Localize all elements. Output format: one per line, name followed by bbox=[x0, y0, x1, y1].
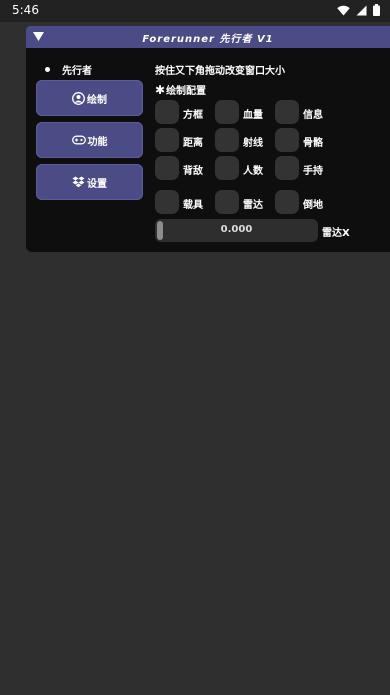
checkbox-label: 方框 bbox=[183, 110, 203, 121]
battery-icon bbox=[373, 4, 380, 16]
section-title-label: 绘制配置 bbox=[166, 86, 207, 97]
nav-button-draw[interactable]: 绘制 bbox=[36, 80, 143, 116]
checkbox-line[interactable] bbox=[215, 128, 239, 152]
menu-window[interactable]: Forerunner 先行者 V1 先行者 绘制 功能 设置 按住又下角拖动改变… bbox=[26, 26, 390, 252]
section-title: ✱ 绘制配置 bbox=[155, 82, 207, 98]
brand-label: 先行者 bbox=[62, 66, 92, 77]
asterisk-icon: ✱ bbox=[155, 82, 166, 97]
checkbox-label: 人数 bbox=[243, 166, 263, 177]
user-circle-icon bbox=[72, 91, 85, 105]
slider-label: 雷达X bbox=[322, 228, 350, 239]
checkbox-distance[interactable] bbox=[155, 128, 179, 152]
checkbox-label: 信息 bbox=[303, 110, 323, 121]
gamepad-icon bbox=[71, 135, 86, 145]
checkbox-radar[interactable] bbox=[215, 190, 239, 214]
radar-x-slider[interactable]: 0.000 bbox=[155, 219, 318, 242]
title-bar[interactable]: Forerunner 先行者 V1 bbox=[26, 26, 390, 48]
status-time: 5:46 bbox=[12, 3, 39, 17]
status-bar: 5:46 bbox=[0, 0, 390, 22]
slider-value: 0.000 bbox=[220, 224, 253, 235]
checkbox-label: 雷达 bbox=[243, 200, 263, 211]
checkbox-label: 距离 bbox=[183, 138, 203, 149]
status-icons bbox=[337, 4, 380, 16]
nav-button-label: 功能 bbox=[87, 136, 108, 148]
wifi-icon bbox=[337, 5, 350, 15]
checkbox-skeleton[interactable] bbox=[275, 128, 299, 152]
resize-hint: 按住又下角拖动改变窗口大小 bbox=[155, 66, 285, 77]
checkbox-info[interactable] bbox=[275, 100, 299, 124]
checkbox-health[interactable] bbox=[215, 100, 239, 124]
checkbox-behind-enemy[interactable] bbox=[155, 156, 179, 180]
window-title: Forerunner 先行者 V1 bbox=[142, 34, 274, 45]
checkbox-label: 载具 bbox=[183, 200, 203, 211]
checkbox-label: 射线 bbox=[243, 138, 263, 149]
checkbox-label: 手持 bbox=[303, 166, 323, 177]
checkbox-count[interactable] bbox=[215, 156, 239, 180]
nav-button-label: 绘制 bbox=[87, 94, 107, 106]
checkbox-downed[interactable] bbox=[275, 190, 299, 214]
brand-row: 先行者 bbox=[45, 62, 92, 77]
nav-button-label: 设置 bbox=[87, 178, 107, 190]
checkbox-label: 骨骼 bbox=[303, 138, 323, 149]
nav-button-settings[interactable]: 设置 bbox=[36, 164, 143, 200]
signal-icon bbox=[356, 5, 367, 15]
nav-button-function[interactable]: 功能 bbox=[36, 122, 143, 158]
checkbox-held-item[interactable] bbox=[275, 156, 299, 180]
checkbox-vehicle[interactable] bbox=[155, 190, 179, 214]
dropbox-icon bbox=[72, 176, 85, 188]
bullet-dot-icon bbox=[45, 67, 50, 72]
checkbox-box[interactable] bbox=[155, 100, 179, 124]
checkbox-label: 背敌 bbox=[183, 166, 203, 177]
checkbox-label: 血量 bbox=[243, 110, 263, 121]
checkbox-label: 倒地 bbox=[303, 200, 323, 211]
